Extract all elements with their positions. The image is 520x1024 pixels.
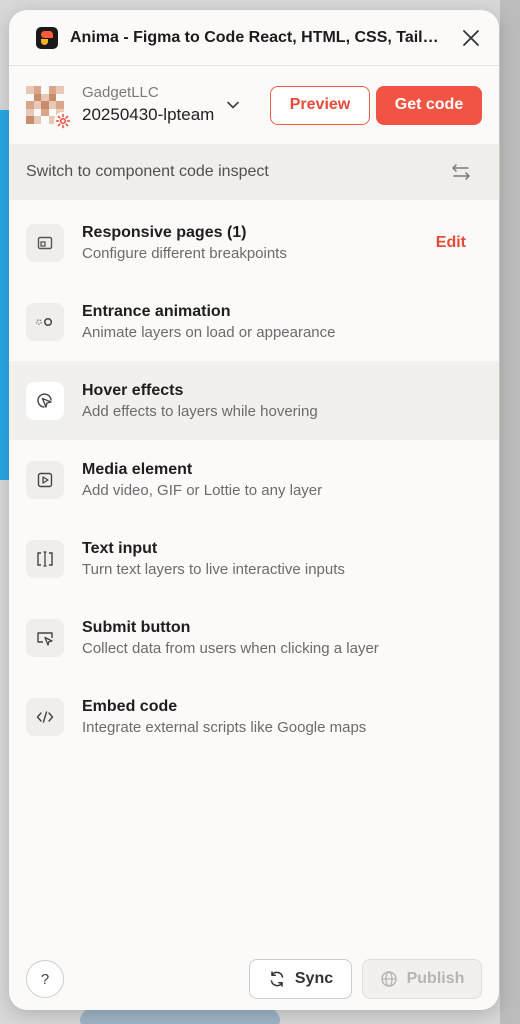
hover-cursor-icon	[26, 381, 64, 420]
gear-icon	[55, 113, 71, 129]
feature-hover-effects[interactable]: Hover effects Add effects to layers whil…	[9, 361, 499, 440]
feature-text-input[interactable]: Text input Turn text layers to live inte…	[9, 519, 499, 598]
feature-media-element[interactable]: Media element Add video, GIF or Lottie t…	[9, 440, 499, 519]
anima-plugin-panel: Anima - Figma to Code React, HTML, CSS, …	[9, 10, 499, 1010]
switch-label: Switch to component code inspect	[26, 163, 269, 180]
project-row: GadgetLLC 20250430-lpteam Preview Get co…	[9, 66, 499, 144]
feature-list: Responsive pages (1) Configure different…	[9, 200, 499, 756]
project-info[interactable]: GadgetLLC 20250430-lpteam	[82, 83, 217, 127]
feature-embed-code[interactable]: Embed code Integrate external scripts li…	[9, 677, 499, 756]
help-button[interactable]: ?	[26, 960, 64, 998]
feature-title: Hover effects	[82, 381, 184, 399]
close-button[interactable]	[459, 26, 483, 50]
sync-label: Sync	[294, 970, 334, 987]
text-cursor-icon	[26, 539, 64, 578]
feature-submit-button[interactable]: Submit button Collect data from users wh…	[9, 598, 499, 677]
publish-button: Publish	[362, 959, 482, 999]
feature-title: Embed code	[82, 697, 178, 715]
file-name: 20250430-lpteam	[82, 105, 215, 124]
feature-entrance-animation[interactable]: Entrance animation Animate layers on loa…	[9, 282, 499, 361]
publish-label: Publish	[406, 970, 465, 987]
feature-description: Collect data from users when clicking a …	[82, 639, 379, 657]
sync-icon	[270, 971, 284, 987]
settings-gear-badge[interactable]	[54, 112, 72, 130]
animation-icon	[26, 302, 64, 341]
sync-button[interactable]: Sync	[249, 959, 352, 999]
project-dropdown-button[interactable]	[223, 95, 243, 115]
swap-arrows-icon	[452, 164, 470, 180]
feature-description: Integrate external scripts like Google m…	[82, 718, 367, 736]
feature-title: Media element	[82, 460, 193, 478]
feature-description: Add video, GIF or Lottie to any layer	[82, 481, 323, 499]
feature-title: Submit button	[82, 618, 191, 636]
preview-button[interactable]: Preview	[270, 85, 370, 125]
get-code-button[interactable]: Get code	[376, 85, 482, 125]
team-name: GadgetLLC	[82, 84, 159, 101]
team-avatar	[26, 86, 72, 130]
feature-title: Entrance animation	[82, 302, 231, 320]
responsive-icon	[26, 223, 64, 262]
footer-bar: ? Sync Publish	[9, 948, 499, 1010]
window-title: Anima - Figma to Code React, HTML, CSS, …	[70, 28, 449, 46]
feature-description: Animate layers on load or appearance	[82, 323, 336, 341]
close-icon	[463, 29, 479, 46]
feature-responsive-pages[interactable]: Responsive pages (1) Configure different…	[9, 203, 499, 282]
globe-icon	[380, 971, 397, 987]
switch-to-component-inspect[interactable]: Switch to component code inspect	[9, 144, 499, 200]
feature-description: Configure different breakpoints	[82, 244, 287, 262]
title-bar: Anima - Figma to Code React, HTML, CSS, …	[9, 10, 499, 66]
canvas-background-strip	[500, 0, 520, 1024]
feature-title: Responsive pages (1)	[82, 223, 247, 241]
code-icon	[26, 697, 64, 736]
feature-description: Add effects to layers while hovering	[82, 402, 318, 420]
play-icon	[26, 460, 64, 499]
feature-description: Turn text layers to live interactive inp…	[82, 560, 345, 578]
feature-title: Text input	[82, 539, 158, 557]
click-icon	[26, 618, 64, 657]
chevron-down-icon	[227, 101, 239, 109]
edit-responsive-button[interactable]: Edit	[436, 234, 466, 252]
anima-logo-icon	[36, 26, 58, 49]
